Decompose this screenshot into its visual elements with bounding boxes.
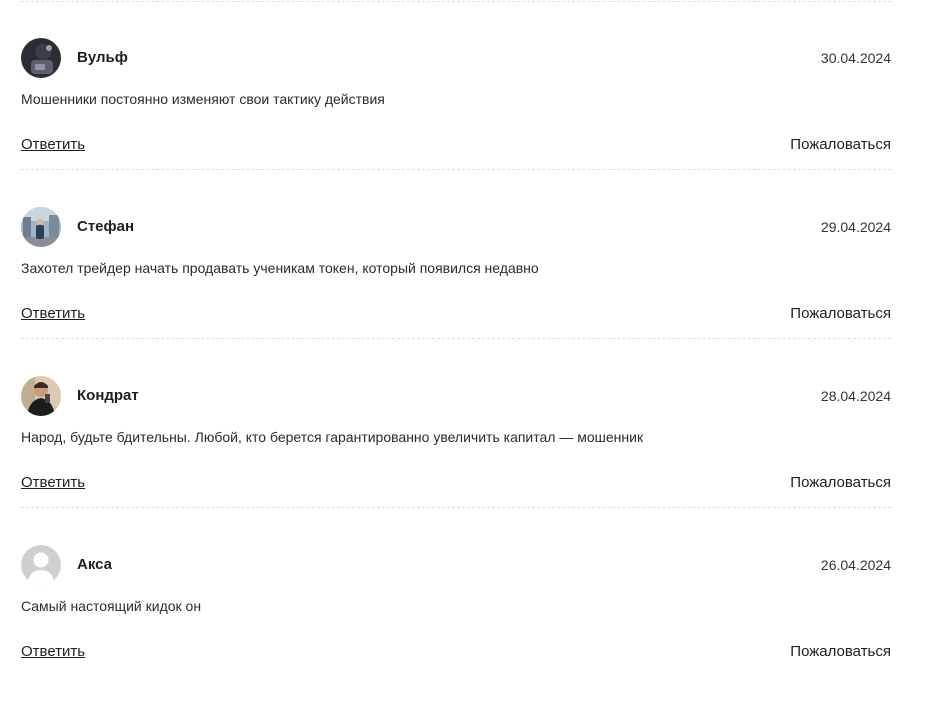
comment-date: 26.04.2024 xyxy=(820,557,891,573)
comment-text: Мошенники постоянно изменяют свои тактик… xyxy=(21,91,385,107)
comment-date: 28.04.2024 xyxy=(820,388,891,404)
avatar xyxy=(21,207,61,247)
comment-author: Стефан xyxy=(77,218,135,235)
comment-item: Стефан 29.04.2024 Захотел трейдер начать… xyxy=(21,207,891,376)
reply-link[interactable]: Ответить xyxy=(21,136,85,154)
comment-header: Стефан 29.04.2024 xyxy=(21,207,891,247)
comment-text: Захотел трейдер начать продавать ученика… xyxy=(21,260,539,276)
report-link[interactable]: Пожаловаться xyxy=(790,474,891,492)
report-link[interactable]: Пожаловаться xyxy=(790,643,891,661)
user-photo-icon xyxy=(21,207,61,247)
divider xyxy=(21,169,891,170)
comment-text: Самый настоящий кидок он xyxy=(21,598,202,614)
user-photo-icon xyxy=(21,38,61,78)
reply-link[interactable]: Ответить xyxy=(21,305,85,323)
comment-item: Акса 26.04.2024 Самый настоящий кидок он… xyxy=(21,545,891,714)
report-link[interactable]: Пожаловаться xyxy=(790,305,891,323)
avatar xyxy=(21,545,61,585)
comment-header: Акса 26.04.2024 xyxy=(21,545,891,585)
avatar xyxy=(21,376,61,416)
divider xyxy=(21,507,891,508)
divider xyxy=(21,338,891,339)
reply-link[interactable]: Ответить xyxy=(21,474,85,492)
comment-author: Вульф xyxy=(77,49,128,66)
divider xyxy=(21,1,891,2)
comment-text: Народ, будьте бдительны. Любой, кто бере… xyxy=(21,429,644,445)
avatar xyxy=(21,38,61,78)
comment-date: 30.04.2024 xyxy=(820,50,891,66)
comment-author: Акса xyxy=(77,556,113,573)
comment-date: 29.04.2024 xyxy=(820,219,891,235)
user-photo-icon xyxy=(21,376,61,416)
comment-item: Вульф 30.04.2024 Мошенники постоянно изм… xyxy=(21,38,891,207)
comment-item: Кондрат 28.04.2024 Народ, будьте бдитель… xyxy=(21,376,891,545)
comment-header: Кондрат 28.04.2024 xyxy=(21,376,891,416)
comment-header: Вульф 30.04.2024 xyxy=(21,38,891,78)
report-link[interactable]: Пожаловаться xyxy=(790,136,891,154)
comment-author: Кондрат xyxy=(77,387,139,404)
reply-link[interactable]: Ответить xyxy=(21,643,85,661)
default-user-icon xyxy=(21,545,61,585)
